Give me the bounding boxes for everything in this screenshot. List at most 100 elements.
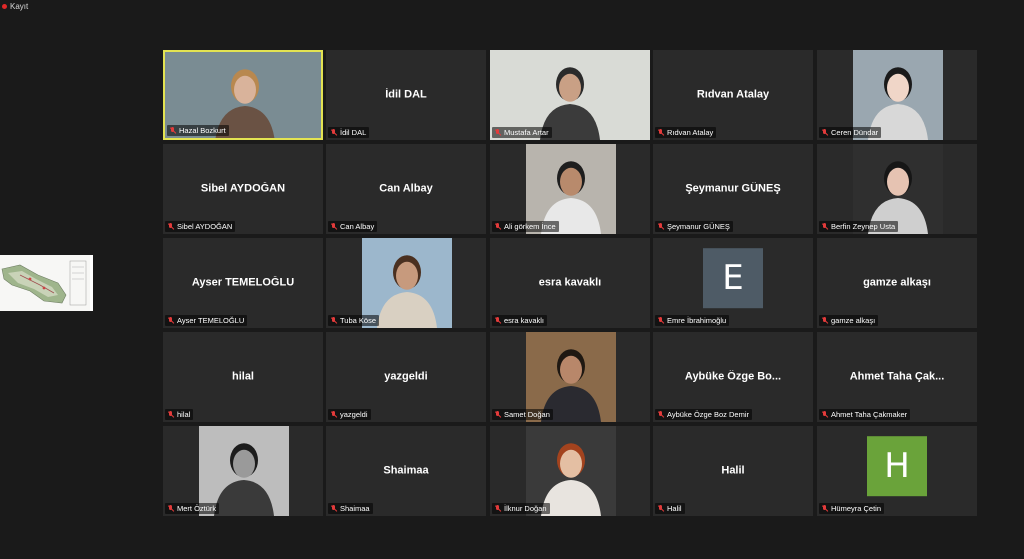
mic-muted-icon	[821, 505, 828, 512]
participant-display-name: Ayser TEMELOĞLU	[191, 276, 295, 289]
participant-name-label: Emre İbrahimoğlu	[667, 316, 727, 325]
mic-muted-icon	[494, 317, 501, 324]
mic-muted-icon	[494, 411, 501, 418]
participant-nameplate: Halil	[655, 503, 685, 514]
participant-display-name: Aybüke Özge Bo...	[684, 370, 782, 383]
mic-muted-icon	[821, 223, 828, 230]
participant-tile[interactable]: Ahmet Taha Çak... Ahmet Taha Çakmaker	[817, 332, 977, 422]
participant-gallery: Hazal Bozkurt İdil DAL İdil DAL Mustafa Art…	[0, 0, 1024, 559]
participant-name-label: Ceren Dündar	[831, 128, 879, 137]
mic-muted-icon	[657, 317, 664, 324]
participant-tile[interactable]: gamze alkaşı gamze alkaşı	[817, 238, 977, 328]
participant-nameplate: hilal	[165, 409, 194, 420]
participant-tile[interactable]: Mustafa Artar	[490, 50, 650, 140]
participant-name-label: Can Albay	[340, 222, 375, 231]
participant-tile[interactable]: H Hümeyra Çetin	[817, 426, 977, 516]
mic-muted-icon	[330, 317, 337, 324]
participant-nameplate: Sibel AYDOĞAN	[165, 221, 236, 232]
participant-tile[interactable]: Berfin Zeynep Usta	[817, 144, 977, 234]
mic-muted-icon	[169, 127, 176, 134]
participant-nameplate: Aybüke Özge Boz Demir	[655, 409, 752, 420]
participant-nameplate: Ceren Dündar	[819, 127, 882, 138]
participant-name-label: Tuba Köse	[340, 316, 376, 325]
participant-avatar: H	[867, 436, 927, 497]
participant-tile[interactable]: hilal hilal	[163, 332, 323, 422]
participant-name-label: gamze alkaşı	[831, 316, 876, 325]
participant-name-label: esra kavaklı	[504, 316, 545, 325]
participant-display-name: Sibel AYDOĞAN	[200, 182, 286, 195]
participant-name-label: Aybüke Özge Boz Demir	[667, 410, 749, 419]
participant-tile[interactable]: Can Albay Can Albay	[326, 144, 486, 234]
mic-muted-icon	[657, 223, 664, 230]
mic-muted-icon	[494, 505, 501, 512]
participant-name-label: Ayser TEMELOĞLU	[177, 316, 245, 325]
participant-tile[interactable]: İdil DAL İdil DAL	[326, 50, 486, 140]
participant-tile[interactable]: Ali görkem İnce	[490, 144, 650, 234]
mic-muted-icon	[167, 223, 174, 230]
participant-name-label: Mustafa Artar	[504, 128, 549, 137]
participant-nameplate: Mustafa Artar	[492, 127, 552, 138]
participant-display-name: gamze alkaşı	[863, 276, 931, 289]
participant-tile[interactable]: Samet Doğan	[490, 332, 650, 422]
participant-nameplate: yazgeldi	[328, 409, 371, 420]
participant-tile[interactable]: Tuba Köse	[326, 238, 486, 328]
mic-muted-icon	[657, 505, 664, 512]
participant-nameplate: Shaimaa	[328, 503, 373, 514]
mic-muted-icon	[494, 223, 501, 230]
mic-muted-icon	[167, 317, 174, 324]
participant-tile[interactable]: İlknur Doğan	[490, 426, 650, 516]
participant-tile[interactable]: Mert Öztürk	[163, 426, 323, 516]
participant-tile[interactable]: Rıdvan Atalay Rıdvan Atalay	[653, 50, 813, 140]
participant-tile[interactable]: Ceren Dündar	[817, 50, 977, 140]
participant-nameplate: İdil DAL	[328, 127, 370, 138]
participant-display-name: İdil DAL	[385, 88, 427, 101]
mic-muted-icon	[167, 411, 174, 418]
participant-tile[interactable]: Halil Halil	[653, 426, 813, 516]
mic-muted-icon	[330, 411, 337, 418]
participant-nameplate: gamze alkaşı	[819, 315, 879, 326]
mic-muted-icon	[657, 129, 664, 136]
participant-name-label: yazgeldi	[340, 410, 368, 419]
participant-name-label: Mert Öztürk	[177, 504, 217, 513]
mic-muted-icon	[167, 505, 174, 512]
mic-muted-icon	[330, 223, 337, 230]
participant-display-name: Shaimaa	[383, 464, 429, 477]
participant-name-label: Halil	[667, 504, 682, 513]
participant-tile[interactable]: Hazal Bozkurt	[163, 50, 323, 140]
participant-nameplate: Tuba Köse	[328, 315, 379, 326]
participant-avatar: E	[703, 248, 763, 309]
participant-display-name: Halil	[721, 464, 745, 477]
participant-name-label: Rıdvan Atalay	[667, 128, 714, 137]
participant-nameplate: Samet Doğan	[492, 409, 553, 420]
participant-nameplate: Rıdvan Atalay	[655, 127, 717, 138]
participant-nameplate: Şeymanur GÜNEŞ	[655, 221, 733, 232]
mic-muted-icon	[657, 411, 664, 418]
mic-muted-icon	[330, 505, 337, 512]
participant-display-name: esra kavaklı	[538, 276, 602, 289]
participant-tile[interactable]: Sibel AYDOĞAN Sibel AYDOĞAN	[163, 144, 323, 234]
participant-name-label: İlknur Doğan	[504, 504, 547, 513]
participant-tile[interactable]: Shaimaa Shaimaa	[326, 426, 486, 516]
participant-name-label: hilal	[177, 410, 191, 419]
participant-name-label: Şeymanur GÜNEŞ	[667, 222, 730, 231]
participant-tile[interactable]: E Emre İbrahimoğlu	[653, 238, 813, 328]
participant-tile[interactable]: esra kavaklı esra kavaklı	[490, 238, 650, 328]
mic-muted-icon	[494, 129, 501, 136]
participant-nameplate: Hazal Bozkurt	[167, 125, 229, 136]
participant-display-name: Ahmet Taha Çak...	[849, 370, 945, 383]
participant-nameplate: Berfin Zeynep Usta	[819, 221, 899, 232]
participant-tile[interactable]: Şeymanur GÜNEŞ Şeymanur GÜNEŞ	[653, 144, 813, 234]
participant-tile[interactable]: Aybüke Özge Bo... Aybüke Özge Boz Demir	[653, 332, 813, 422]
participant-display-name: hilal	[231, 370, 254, 383]
participant-name-label: Ahmet Taha Çakmaker	[831, 410, 908, 419]
participant-tile[interactable]: yazgeldi yazgeldi	[326, 332, 486, 422]
participant-nameplate: esra kavaklı	[492, 315, 548, 326]
participant-name-label: Ali görkem İnce	[504, 222, 556, 231]
participant-nameplate: Ahmet Taha Çakmaker	[819, 409, 911, 420]
participant-tile[interactable]: Ayser TEMELOĞLU Ayser TEMELOĞLU	[163, 238, 323, 328]
participant-name-label: İdil DAL	[340, 128, 367, 137]
mic-muted-icon	[330, 129, 337, 136]
participant-name-label: Sibel AYDOĞAN	[177, 222, 233, 231]
participant-nameplate: Can Albay	[328, 221, 378, 232]
participant-name-label: Berfin Zeynep Usta	[831, 222, 896, 231]
